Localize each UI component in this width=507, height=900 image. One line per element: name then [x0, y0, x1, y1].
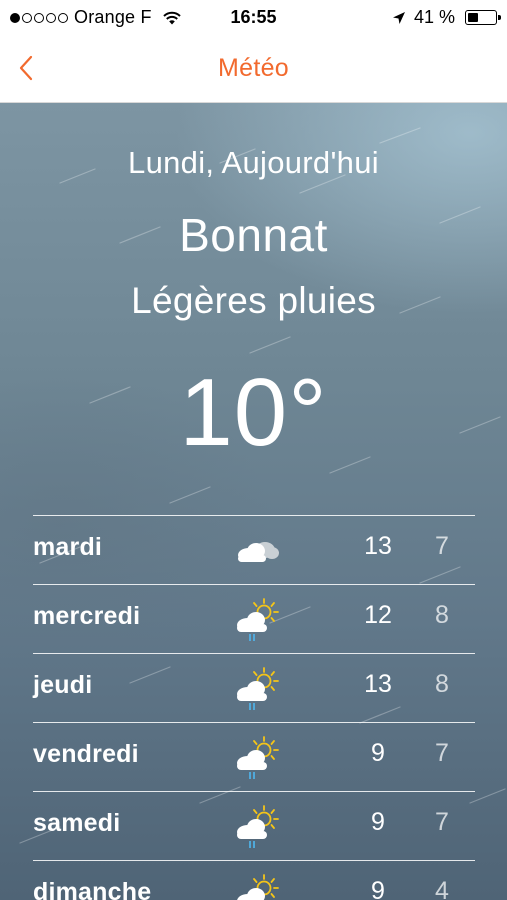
current-condition: Légères pluies: [131, 280, 376, 321]
forecast-row: vendredi 9 7: [33, 722, 475, 791]
forecast-max-temp: 13: [364, 670, 392, 698]
forecast-day: mardi: [33, 533, 103, 561]
forecast-max-temp: 9: [371, 877, 385, 900]
forecast-min-temp: 7: [435, 739, 449, 767]
forecast-max-temp: 9: [371, 808, 385, 836]
battery-fill: [468, 13, 478, 22]
sun-cloud-rain-icon: [237, 805, 279, 848]
location-arrow-icon: [392, 11, 405, 24]
forecast-min-temp: 8: [435, 670, 449, 698]
forecast-day: jeudi: [33, 671, 93, 699]
current-date: Lundi, Aujourd'hui: [128, 145, 379, 180]
sun-cloud-rain-icon: [237, 667, 279, 710]
current-temperature: 10°: [179, 359, 328, 466]
sun-cloud-rain-icon: [237, 736, 279, 779]
forecast-day: mercredi: [33, 602, 141, 630]
battery-percentage: 41 %: [413, 7, 455, 27]
forecast-day: samedi: [33, 809, 121, 837]
city-name: Bonnat: [179, 209, 328, 261]
status-right: 41 %: [392, 7, 501, 28]
forecast-max-temp: 9: [371, 739, 385, 767]
forecast-day: vendredi: [33, 740, 139, 768]
sun-cloud-rain-icon: [237, 598, 279, 641]
forecast-row: samedi 9 7: [33, 791, 475, 860]
forecast-min-temp: 4: [435, 877, 449, 900]
forecast-row: mercredi 12 8: [33, 584, 475, 653]
forecast-row: mardi 13 7: [33, 515, 475, 584]
forecast-min-temp: 8: [435, 601, 449, 629]
page-title: Météo: [218, 54, 289, 82]
forecast-max-temp: 12: [364, 601, 392, 629]
status-bar: Orange F 16:55 41 %: [0, 0, 507, 36]
forecast-min-temp: 7: [435, 532, 449, 560]
forecast-max-temp: 13: [364, 532, 392, 560]
cloudy-icon: [238, 542, 279, 562]
forecast-list: mardi 13 7 mercredi 12 8 jeudi 13 8 vend…: [33, 515, 475, 900]
forecast-day: dimanche: [33, 878, 152, 900]
forecast-row: dimanche 9 4: [33, 860, 475, 900]
sun-cloud-rain-icon: [237, 874, 279, 900]
battery-icon: [465, 10, 501, 25]
nav-bar: Météo: [0, 36, 507, 103]
forecast-min-temp: 7: [435, 808, 449, 836]
forecast-row: jeudi 13 8: [33, 653, 475, 722]
weather-panel: Lundi, Aujourd'hui Bonnat Légères pluies…: [0, 103, 507, 900]
